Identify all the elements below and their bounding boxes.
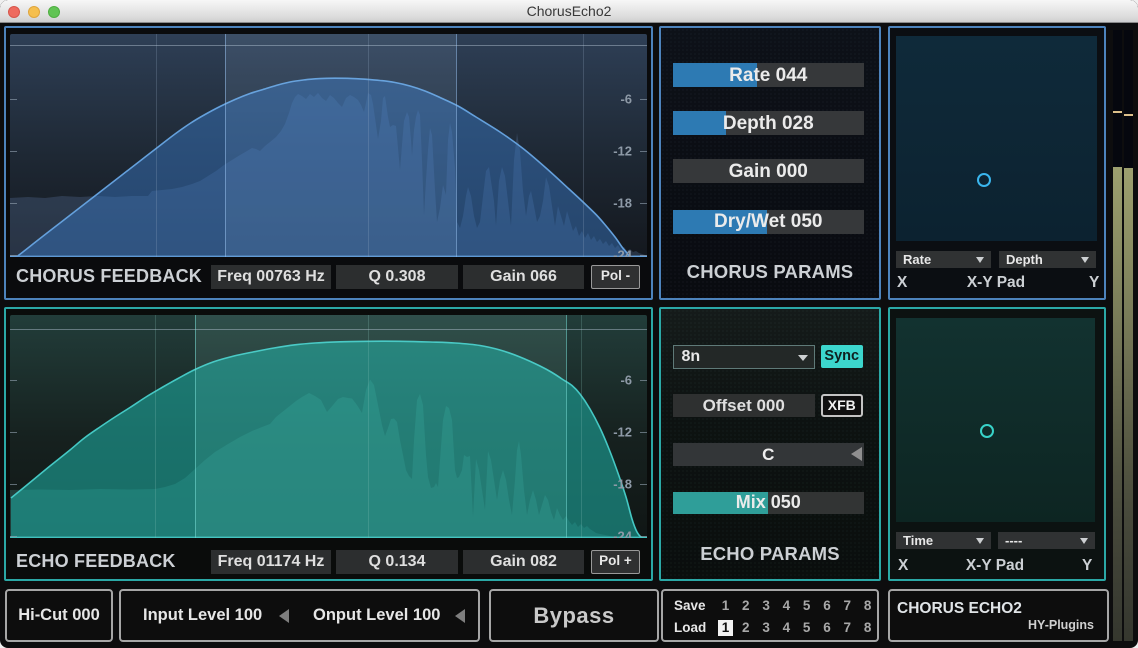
- svg-text:-18: -18: [613, 477, 632, 492]
- svg-text:-24: -24: [613, 529, 633, 539]
- svg-text:-6: -6: [620, 373, 632, 388]
- svg-text:-12: -12: [613, 425, 632, 440]
- svg-text:-18: -18: [613, 196, 632, 211]
- svg-text:-6: -6: [620, 92, 632, 107]
- svg-text:-12: -12: [613, 144, 632, 159]
- svg-text:-24: -24: [613, 248, 633, 258]
